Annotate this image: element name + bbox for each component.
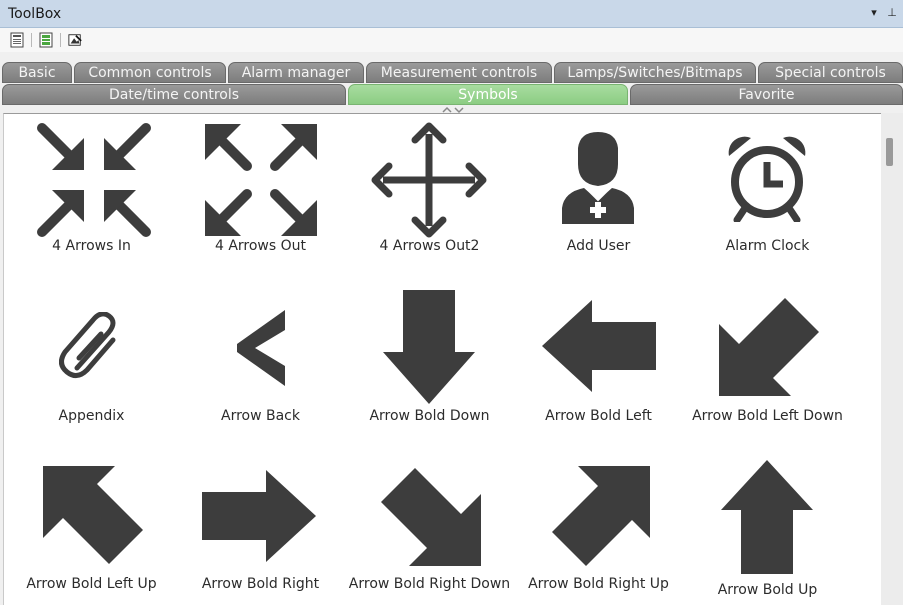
symbol-label: Arrow Bold Left Down — [692, 408, 843, 424]
symbol-label: 4 Arrows Out2 — [379, 238, 480, 254]
arrow-bold-left-icon — [542, 300, 656, 392]
window-title: ToolBox — [8, 6, 62, 22]
arrow-bold-up-icon — [721, 460, 813, 574]
vertical-scrollbar[interactable] — [881, 113, 903, 605]
toolbar-separator — [60, 33, 61, 47]
symbol-label: Arrow Bold Left — [545, 408, 652, 424]
four-arrows-out-icon — [205, 124, 317, 236]
paperclip-icon — [59, 312, 116, 378]
tab-common-controls[interactable]: Common controls — [74, 62, 226, 83]
arrow-bold-right-down-icon — [381, 468, 481, 566]
arrow-bold-down-icon — [383, 290, 475, 404]
arrow-back-icon — [237, 310, 285, 386]
symbol-label: Add User — [566, 238, 631, 254]
symbol-label: Appendix — [58, 408, 125, 424]
document-green-icon[interactable] — [39, 32, 53, 48]
tab-alarm-manager[interactable]: Alarm manager — [228, 62, 364, 83]
pin-icon[interactable]: ⊥ — [885, 5, 899, 21]
tab-date-time-controls[interactable]: Date/time controls — [2, 84, 346, 105]
tab-special-controls[interactable]: Special controls — [758, 62, 903, 83]
symbol-label: Arrow Bold Up — [717, 582, 818, 598]
four-arrows-out2-icon — [371, 122, 487, 238]
toolbar-separator — [31, 33, 32, 47]
arrow-bold-right-icon — [202, 470, 316, 562]
symbol-label: Arrow Bold Right — [201, 576, 320, 592]
add-user-icon — [562, 132, 634, 224]
tab-basic[interactable]: Basic — [2, 62, 72, 83]
scrollbar-thumb[interactable] — [886, 138, 893, 166]
symbol-label: 4 Arrows Out — [214, 238, 307, 254]
symbol-label: Arrow Bold Right Up — [528, 576, 669, 592]
arrow-bold-left-up-icon — [43, 466, 143, 564]
tab-lamps-switches-bitmaps[interactable]: Lamps/Switches/Bitmaps — [554, 62, 756, 83]
symbol-gallery: 4 Arrows In 4 Arrows Out 4 Arrows Out2 A… — [3, 113, 881, 605]
toolbar — [0, 28, 903, 52]
symbol-label: Arrow Bold Right Down — [348, 576, 511, 592]
arrow-bold-left-down-icon — [719, 298, 819, 396]
symbol-label: Arrow Back — [221, 408, 300, 424]
tab-measurement-controls[interactable]: Measurement controls — [366, 62, 552, 83]
dropdown-arrow-icon[interactable]: ▾ — [867, 5, 881, 21]
symbol-label: Arrow Bold Down — [369, 408, 490, 424]
arrow-bold-right-up-icon — [552, 466, 650, 566]
document-list-icon[interactable] — [10, 32, 24, 48]
symbol-label: 4 Arrows In — [52, 238, 131, 254]
image-edit-icon[interactable] — [68, 32, 82, 48]
symbol-label: Arrow Bold Left Up — [26, 576, 157, 592]
symbol-label: Alarm Clock — [725, 238, 810, 254]
tab-favorite[interactable]: Favorite — [630, 84, 903, 105]
title-bar: ToolBox ▾ ⊥ — [0, 0, 903, 28]
tab-symbols[interactable]: Symbols — [348, 84, 628, 105]
four-arrows-in-icon — [37, 123, 151, 237]
alarm-clock-icon — [728, 136, 806, 222]
